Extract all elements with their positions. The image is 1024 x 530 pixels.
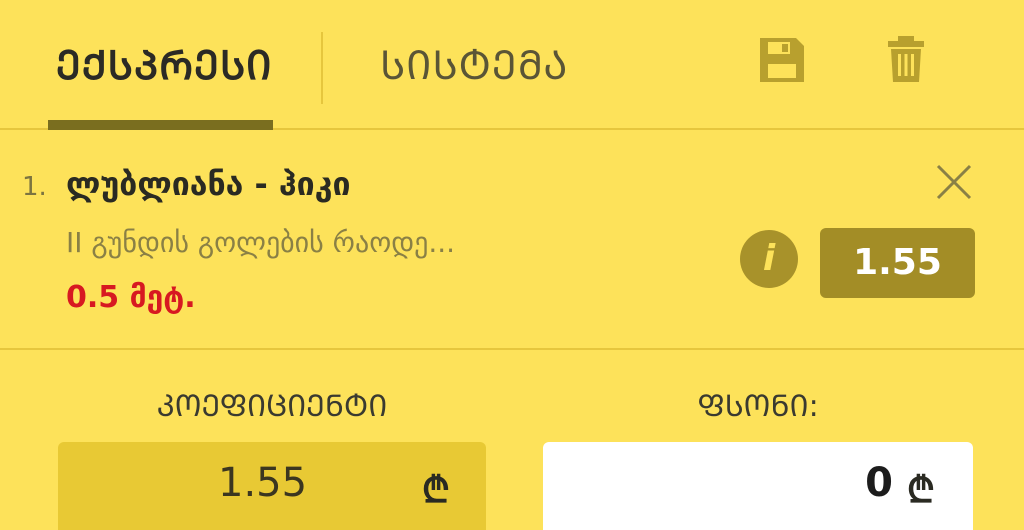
selection-label: 0.5 მეტ. [66,280,196,315]
coefficient-label: ᲙᲝᲔᲤᲘᲪᲘᲔᲜᲢᲘ [156,389,388,424]
stake-value[interactable]: 0 [865,460,893,506]
market-name: II გუნდის გოლების რაოდე... [66,226,456,259]
close-icon[interactable] [934,162,974,202]
bet-slip-tabs: ᲔᲥᲡᲞᲠᲔᲡᲘ ᲡᲘᲡᲢᲔᲛᲐ [0,0,1024,130]
trash-icon[interactable] [880,34,932,86]
coefficient-field: 1.55 ₾ [58,442,486,530]
stake-input[interactable]: 0 ₾ [543,442,973,530]
currency-icon: ₾ [422,470,450,511]
active-tab-indicator [48,120,273,130]
tab-express[interactable]: ᲔᲥᲡᲞᲠᲔᲡᲘ [56,36,272,91]
save-icon[interactable] [756,34,808,86]
stake-label: ᲤᲡᲝᲜᲘ: [697,389,819,424]
tab-divider [321,32,323,104]
bet-item: 1. ლუბლიანა - ჰიკი II გუნდის გოლების რაო… [0,130,1024,350]
match-title: ლუბლიანა - ჰიკი [66,165,351,203]
odds-badge[interactable]: 1.55 [820,228,975,298]
coefficient-value: 1.55 [218,460,308,506]
bet-number: 1. [22,172,47,202]
info-icon[interactable]: i [740,230,798,288]
tab-system[interactable]: ᲡᲘᲡᲢᲔᲛᲐ [380,36,568,91]
currency-icon: ₾ [907,470,935,511]
